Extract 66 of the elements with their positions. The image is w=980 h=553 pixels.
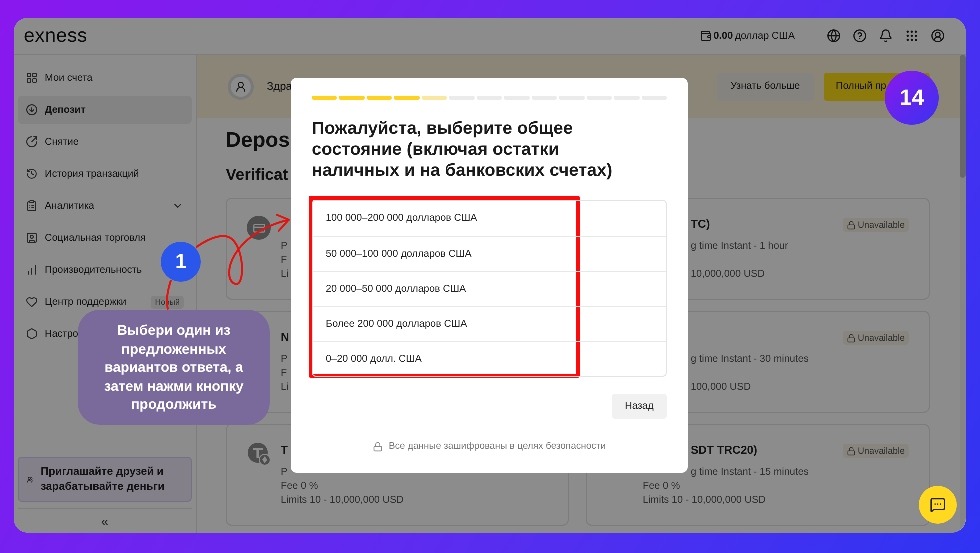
hexagon-icon bbox=[26, 328, 38, 340]
card-icon bbox=[247, 216, 271, 240]
dialog-title: Пожалуйста, выберите общее состояние (включая остатки наличных и на банковских счетах) bbox=[312, 118, 614, 181]
bar-chart-icon bbox=[26, 264, 38, 276]
card-detail: P bbox=[281, 240, 288, 254]
sidebar-item[interactable]: Мои счета bbox=[18, 64, 101, 92]
card-detail: Limits 10 - 10,000,000 USD bbox=[643, 494, 766, 508]
card-title: T bbox=[281, 445, 288, 457]
user-card-icon bbox=[26, 232, 38, 244]
card-detail: Li bbox=[281, 268, 289, 282]
card-detail: g time Instant - 15 minutes bbox=[691, 466, 809, 480]
heart-icon bbox=[26, 296, 38, 308]
unavailable-badge: Unavailable bbox=[842, 218, 909, 232]
invite-card[interactable]: Приглашайте друзей и зарабатывайте деньги bbox=[18, 457, 192, 502]
sidebar-item[interactable]: Снятие bbox=[18, 128, 87, 156]
sidebar-item[interactable]: Депозит bbox=[18, 96, 192, 124]
section-title: Verificat bbox=[226, 166, 288, 186]
page-title: Depos bbox=[226, 128, 290, 154]
logo[interactable]: exness bbox=[24, 24, 88, 48]
chat-icon bbox=[930, 497, 946, 513]
card-detail: g time Instant - 1 hour bbox=[691, 240, 788, 254]
download-icon bbox=[26, 104, 38, 116]
card-detail: P bbox=[281, 353, 288, 367]
card-detail: Fee 0 % bbox=[281, 480, 318, 494]
wallet-icon bbox=[700, 30, 712, 42]
card-detail: P bbox=[281, 466, 288, 480]
greeting-text: Здра bbox=[267, 80, 292, 92]
answer-option[interactable]: 50 000–100 000 долларов США bbox=[313, 236, 666, 271]
unavailable-badge: Unavailable bbox=[842, 444, 909, 458]
card-title: TC) bbox=[690, 219, 710, 231]
answer-option[interactable]: Более 200 000 долларов США bbox=[313, 306, 666, 341]
card-detail: Li bbox=[281, 381, 289, 395]
lock-icon bbox=[372, 442, 383, 452]
scrollbar[interactable] bbox=[960, 55, 966, 533]
avatar-icon bbox=[228, 74, 254, 100]
balance[interactable]: 0.00 доллар США bbox=[700, 30, 795, 42]
card-detail: F bbox=[281, 254, 288, 268]
coin-icon bbox=[247, 442, 271, 466]
sidebar-item[interactable]: Производительность bbox=[18, 256, 150, 284]
card-title: N bbox=[281, 332, 290, 344]
card-detail: Limits 10 - 10,000,000 USD bbox=[281, 494, 404, 508]
sidebar-item[interactable]: Социальная торговля bbox=[18, 224, 154, 252]
card-detail: 100,000 USD bbox=[691, 381, 752, 395]
help-icon[interactable] bbox=[853, 29, 867, 43]
collapse-button[interactable]: « bbox=[18, 508, 192, 533]
card-detail: Fee 0 % bbox=[643, 480, 680, 494]
upload-icon bbox=[26, 136, 38, 148]
hint-tooltip: Выбери один из предложенных вариантов ответа, а затем нажми кнопку продолжить bbox=[78, 310, 270, 425]
banner-button[interactable]: Узнать больше bbox=[717, 72, 814, 100]
card-detail: g time Instant - 30 minutes bbox=[691, 353, 809, 367]
unavailable-badge: Unavailable bbox=[842, 331, 909, 345]
globe-icon[interactable] bbox=[827, 29, 841, 43]
sidebar-item[interactable]: История транзакций bbox=[18, 160, 148, 188]
grid-icon bbox=[26, 72, 38, 84]
answer-option[interactable]: 20 000–50 000 долларов США bbox=[313, 271, 666, 306]
back-button[interactable]: Назад bbox=[612, 394, 667, 419]
card-detail: F bbox=[281, 367, 288, 381]
clipboard-icon bbox=[26, 200, 38, 212]
history-icon bbox=[26, 168, 38, 180]
bell-icon[interactable] bbox=[879, 29, 893, 43]
card-title: SDT TRC20) bbox=[690, 445, 758, 457]
user-icon[interactable] bbox=[931, 29, 945, 43]
card-detail: 10,000,000 USD bbox=[691, 268, 765, 282]
sidebar-item[interactable]: Аналитика bbox=[18, 192, 192, 220]
apps-grid-icon[interactable] bbox=[905, 29, 919, 43]
answer-option[interactable]: 0–20 000 долл. США bbox=[313, 341, 666, 376]
